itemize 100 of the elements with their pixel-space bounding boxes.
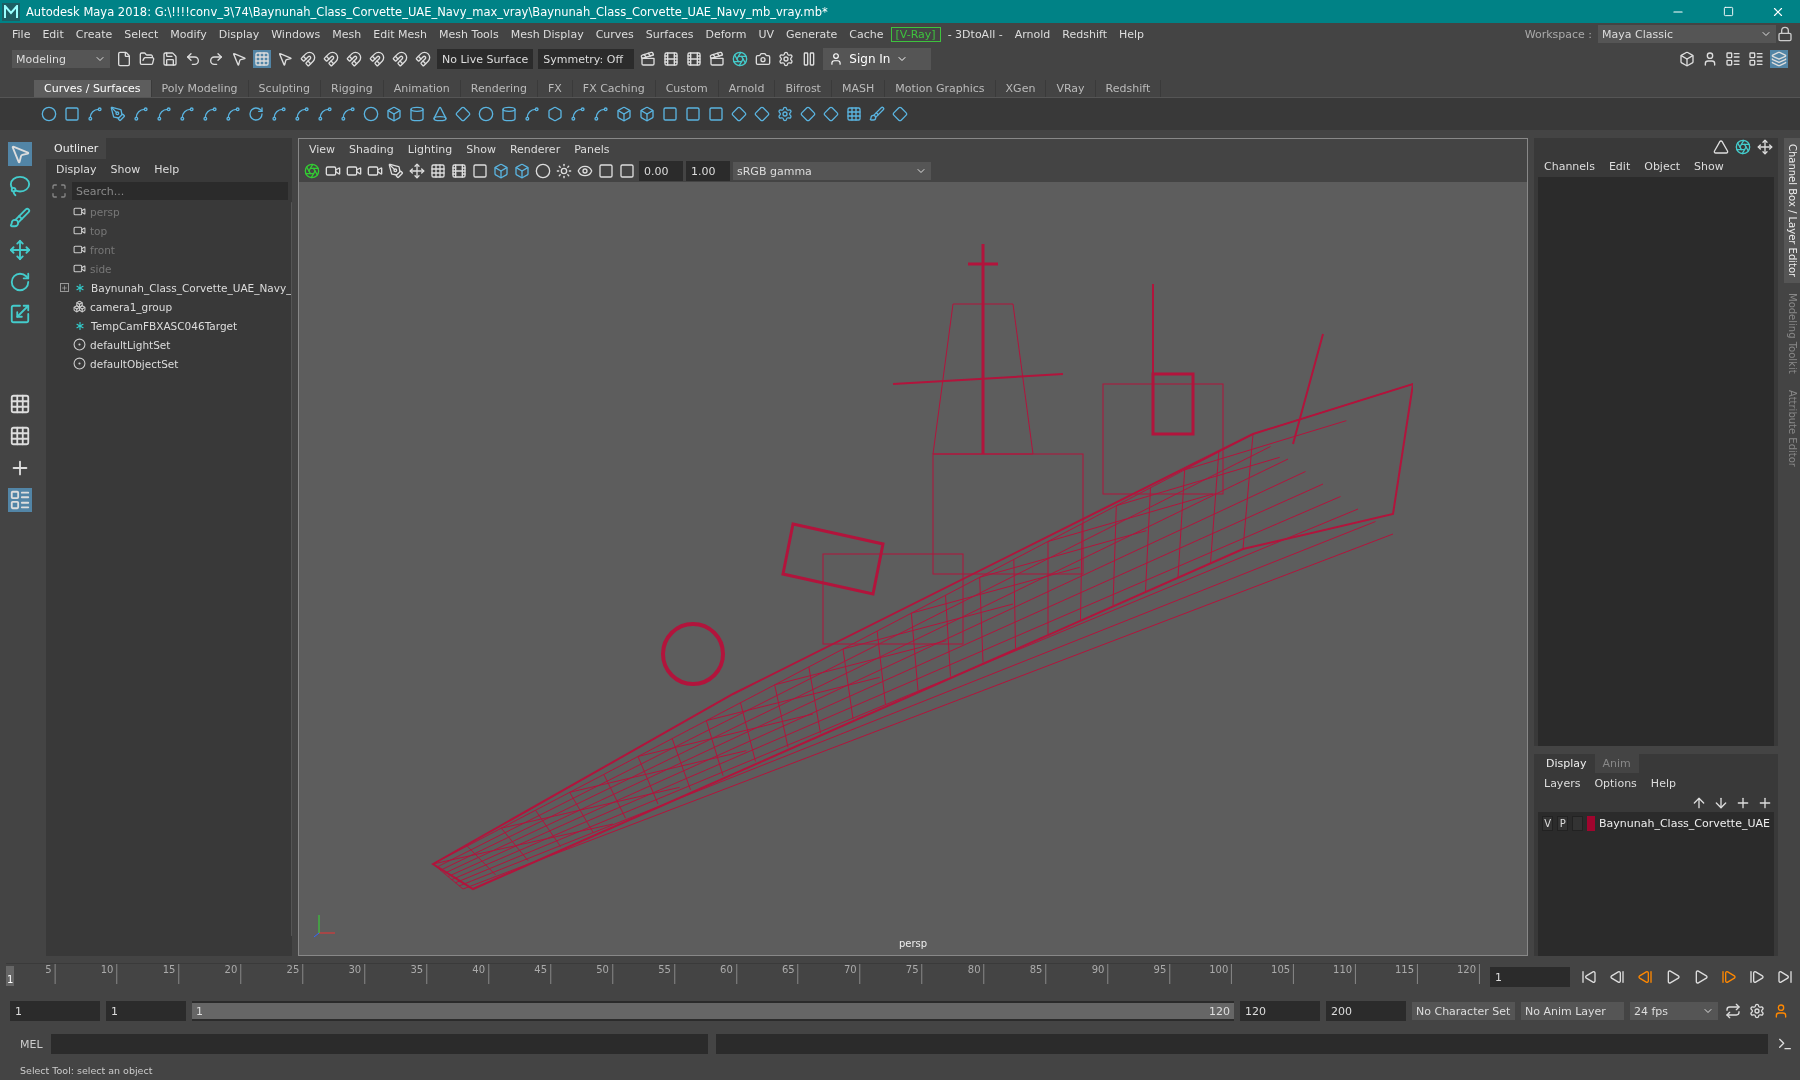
film-icon[interactable] (685, 50, 704, 68)
move-icon[interactable] (408, 162, 426, 180)
curve-icon[interactable] (155, 105, 173, 123)
film-icon[interactable] (662, 50, 681, 68)
camera-icon[interactable] (754, 50, 773, 68)
grid-icon[interactable] (8, 424, 32, 448)
torus-icon[interactable] (477, 105, 495, 123)
outliner-item[interactable]: camera1_group (90, 300, 173, 313)
square-icon[interactable] (63, 105, 81, 123)
symmetry-field[interactable]: Symmetry: Off (538, 49, 635, 69)
menu-item[interactable]: Arnold (1008, 25, 1057, 43)
curve-icon[interactable] (316, 105, 334, 123)
square-icon[interactable] (597, 162, 615, 180)
skip-back-icon[interactable] (1580, 968, 1598, 986)
outliner-item[interactable]: defaultLightSet (90, 338, 171, 351)
curve-icon[interactable] (86, 105, 104, 123)
move-icon[interactable] (8, 238, 32, 262)
cube-icon[interactable] (385, 105, 403, 123)
expand-toggle[interactable] (60, 283, 69, 292)
menu-item[interactable]: Curves (589, 25, 640, 43)
workspace-dropdown[interactable]: Maya Classic (1598, 25, 1776, 43)
command-language-label[interactable]: MEL (20, 1037, 43, 1051)
color-space-dropdown[interactable]: sRGB gamma (733, 162, 931, 180)
menu-item[interactable]: Help (1644, 774, 1682, 792)
skip-forward-icon[interactable] (1776, 968, 1794, 986)
gear-icon[interactable] (1748, 1002, 1766, 1020)
menu-item[interactable]: Edit (1602, 158, 1637, 175)
clapperboard-icon[interactable] (639, 50, 658, 68)
square-icon[interactable] (471, 162, 489, 180)
circle-icon[interactable] (40, 105, 58, 123)
menu-item[interactable]: File (6, 25, 37, 43)
menu-item[interactable]: Create (69, 25, 119, 43)
menu-item[interactable]: Display (50, 161, 103, 178)
cylinder-icon[interactable] (500, 105, 518, 123)
axis-icon[interactable] (1712, 138, 1730, 156)
menu-item[interactable]: - 3DtoAll - (941, 25, 1009, 43)
pen-icon[interactable] (387, 162, 405, 180)
command-input[interactable] (50, 1034, 709, 1054)
playback-toggle[interactable]: P (1557, 815, 1569, 831)
surface-icon[interactable] (592, 105, 610, 123)
magnet-icon[interactable] (368, 50, 386, 68)
curve-icon[interactable] (339, 105, 357, 123)
curve-icon[interactable] (201, 105, 219, 123)
current-frame-field[interactable]: 1 (1490, 967, 1570, 987)
curve-icon[interactable] (293, 105, 311, 123)
surface-icon[interactable] (523, 105, 541, 123)
step-back-icon[interactable] (1636, 968, 1654, 986)
cube-icon[interactable] (638, 105, 656, 123)
frame-icon[interactable] (50, 182, 68, 200)
menu-item[interactable]: [V-Ray] (889, 25, 942, 43)
list-icon[interactable] (1724, 50, 1742, 68)
step-forward-icon[interactable] (1748, 968, 1766, 986)
fps-dropdown[interactable]: 24 fps (1630, 1002, 1718, 1020)
playback-end-field[interactable]: 120 (1240, 1001, 1320, 1021)
magnet-icon[interactable] (391, 50, 409, 68)
gamma-field[interactable]: 1.00 (686, 161, 730, 181)
cursor-icon[interactable] (276, 50, 294, 68)
lasso-icon[interactable] (8, 174, 32, 198)
diamond-icon[interactable] (454, 105, 472, 123)
outliner-item[interactable]: TempCamFBXASC046Target (91, 319, 238, 332)
cylinder-icon[interactable] (408, 105, 426, 123)
light-icon[interactable] (555, 162, 573, 180)
aperture-icon[interactable] (303, 162, 321, 180)
menu-item[interactable]: Deform (699, 25, 753, 43)
magnet-icon[interactable] (414, 50, 432, 68)
cube-icon[interactable] (513, 162, 531, 180)
diamond-icon[interactable] (799, 105, 817, 123)
diamond-icon[interactable] (730, 105, 748, 123)
grid-icon[interactable] (845, 105, 863, 123)
menu-item[interactable]: Mesh Tools (433, 25, 505, 43)
menu-item[interactable]: Cache (843, 25, 890, 43)
curve-icon[interactable] (132, 105, 150, 123)
side-tab[interactable]: Channel Box / Layer Editor (1784, 138, 1800, 284)
menu-item[interactable]: Edit (36, 25, 70, 43)
save-icon[interactable] (161, 50, 179, 68)
menu-item[interactable]: Generate (779, 25, 844, 43)
step-back-icon[interactable] (1608, 968, 1626, 986)
film-icon[interactable] (450, 162, 468, 180)
diamond-icon[interactable] (822, 105, 840, 123)
menu-item[interactable]: Object (1638, 158, 1687, 175)
menu-item[interactable]: Channels (1538, 158, 1601, 175)
cube-icon[interactable] (615, 105, 633, 123)
current-frame-marker[interactable]: 1 (6, 965, 15, 986)
menu-item[interactable]: Select (118, 25, 165, 43)
menu-item[interactable]: Renderer (503, 141, 567, 158)
shelf-tab[interactable]: Curves / Surfaces (34, 80, 152, 97)
menu-item[interactable]: Options (1588, 774, 1643, 792)
magnet-icon[interactable] (345, 50, 363, 68)
brush-icon[interactable] (868, 105, 886, 123)
file-icon[interactable] (115, 50, 133, 68)
search-field[interactable]: Search... (72, 182, 288, 200)
menu-item[interactable]: Mesh (326, 25, 368, 43)
live-surface-field[interactable]: No Live Surface (437, 49, 534, 69)
mode-dropdown[interactable]: Modeling (12, 50, 110, 68)
move-icon[interactable] (1756, 138, 1774, 156)
menu-item[interactable]: View (303, 141, 342, 158)
menu-item[interactable]: Show (104, 161, 147, 178)
gear-icon[interactable] (776, 105, 794, 123)
layers-icon[interactable] (1770, 50, 1788, 68)
start-frame-field[interactable]: 1 (10, 1001, 100, 1021)
